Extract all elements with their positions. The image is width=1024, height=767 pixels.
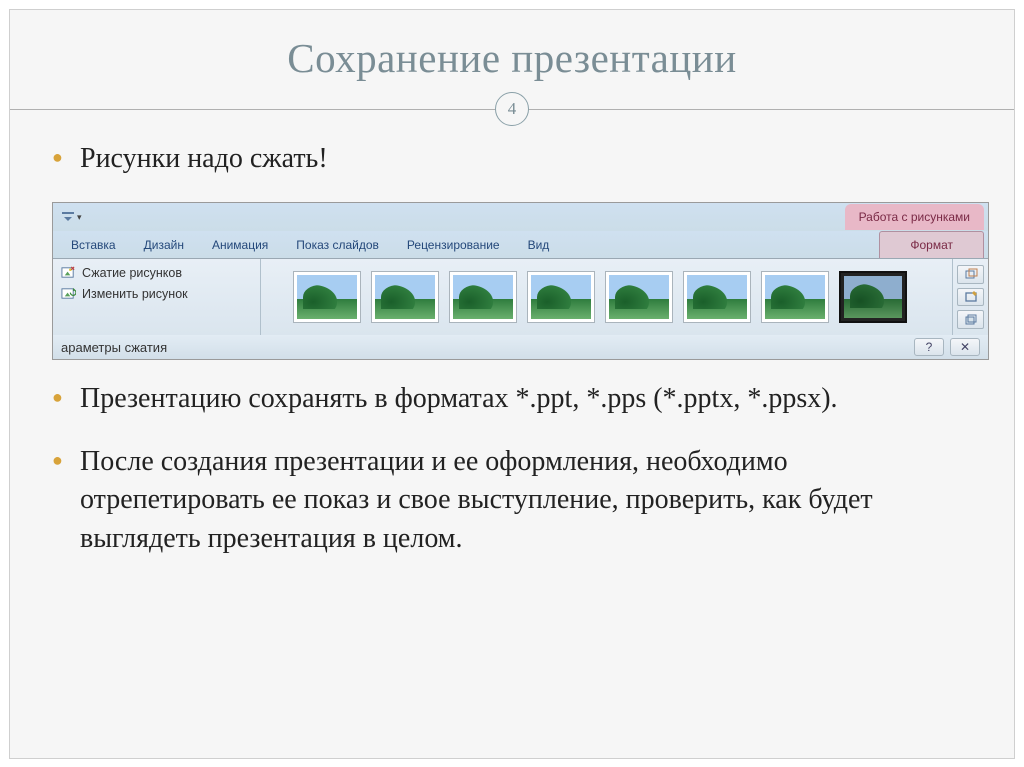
- change-picture-icon: [61, 286, 76, 301]
- dropdown-icon: [61, 210, 75, 224]
- picture-styles-gallery[interactable]: [261, 259, 952, 335]
- style-thumb[interactable]: [683, 271, 751, 323]
- style-thumb[interactable]: [761, 271, 829, 323]
- style-thumb[interactable]: [527, 271, 595, 323]
- effects-button[interactable]: [957, 310, 984, 329]
- divider-right: [528, 109, 1014, 110]
- bullet-list: Рисунки надо сжать!: [52, 140, 972, 179]
- slide-number-badge: 4: [10, 92, 1014, 126]
- tab-slideshow[interactable]: Показ слайдов: [282, 232, 393, 258]
- status-text: араметры сжатия: [61, 340, 167, 355]
- change-picture-button[interactable]: Изменить рисунок: [61, 286, 252, 301]
- border-button[interactable]: [957, 288, 984, 307]
- tab-format[interactable]: Формат: [879, 231, 984, 258]
- effects-icon: [964, 313, 978, 327]
- qat-dropdown[interactable]: ▾: [57, 208, 86, 226]
- change-picture-label: Изменить рисунок: [82, 287, 188, 301]
- divider-left: [10, 109, 496, 110]
- shape-button[interactable]: [957, 265, 984, 284]
- tab-review[interactable]: Рецензирование: [393, 232, 514, 258]
- style-thumb[interactable]: [293, 271, 361, 323]
- tab-insert[interactable]: Вставка: [57, 232, 130, 258]
- dialog-buttons: ? ✕: [914, 338, 980, 356]
- slide-number: 4: [495, 92, 529, 126]
- tab-view[interactable]: Вид: [514, 232, 564, 258]
- ribbon-body: Сжатие рисунков Изменить рисунок: [53, 259, 988, 335]
- ribbon-status-bar: араметры сжатия ? ✕: [53, 335, 988, 359]
- context-tab-label: Работа с рисунками: [845, 204, 984, 230]
- ribbon-tabs: Вставка Дизайн Анимация Показ слайдов Ре…: [53, 231, 988, 259]
- bullet-item: Презентацию сохранять в форматах *.ppt, …: [52, 380, 972, 419]
- compress-icon: [61, 265, 76, 280]
- style-thumb[interactable]: [449, 271, 517, 323]
- group-adjust: Сжатие рисунков Изменить рисунок: [53, 259, 261, 335]
- ribbon-titlebar: ▾ Работа с рисунками: [53, 203, 988, 231]
- ribbon-right-buttons: [952, 259, 988, 335]
- compress-pictures-button[interactable]: Сжатие рисунков: [61, 265, 252, 280]
- slide: Сохранение презентации 4 Рисунки надо сж…: [9, 9, 1015, 759]
- style-thumb[interactable]: [605, 271, 673, 323]
- ribbon-screenshot: ▾ Работа с рисунками Вставка Дизайн Аним…: [52, 202, 989, 360]
- bullet-item: Рисунки надо сжать!: [52, 140, 972, 179]
- content-area: Рисунки надо сжать! ▾ Работа с рисунками…: [10, 126, 1014, 559]
- border-icon: [964, 290, 978, 304]
- help-button[interactable]: ?: [914, 338, 944, 356]
- caret-icon: ▾: [77, 212, 82, 223]
- style-thumb[interactable]: [371, 271, 439, 323]
- bullet-item: После создания презентации и ее оформлен…: [52, 443, 972, 559]
- shape-icon: [964, 267, 978, 281]
- bullet-list: Презентацию сохранять в форматах *.ppt, …: [52, 380, 972, 559]
- slide-title: Сохранение презентации: [10, 34, 1014, 82]
- close-button[interactable]: ✕: [950, 338, 980, 356]
- style-thumb[interactable]: [839, 271, 907, 323]
- tab-animation[interactable]: Анимация: [198, 232, 282, 258]
- tab-design[interactable]: Дизайн: [130, 232, 198, 258]
- compress-label: Сжатие рисунков: [82, 266, 182, 280]
